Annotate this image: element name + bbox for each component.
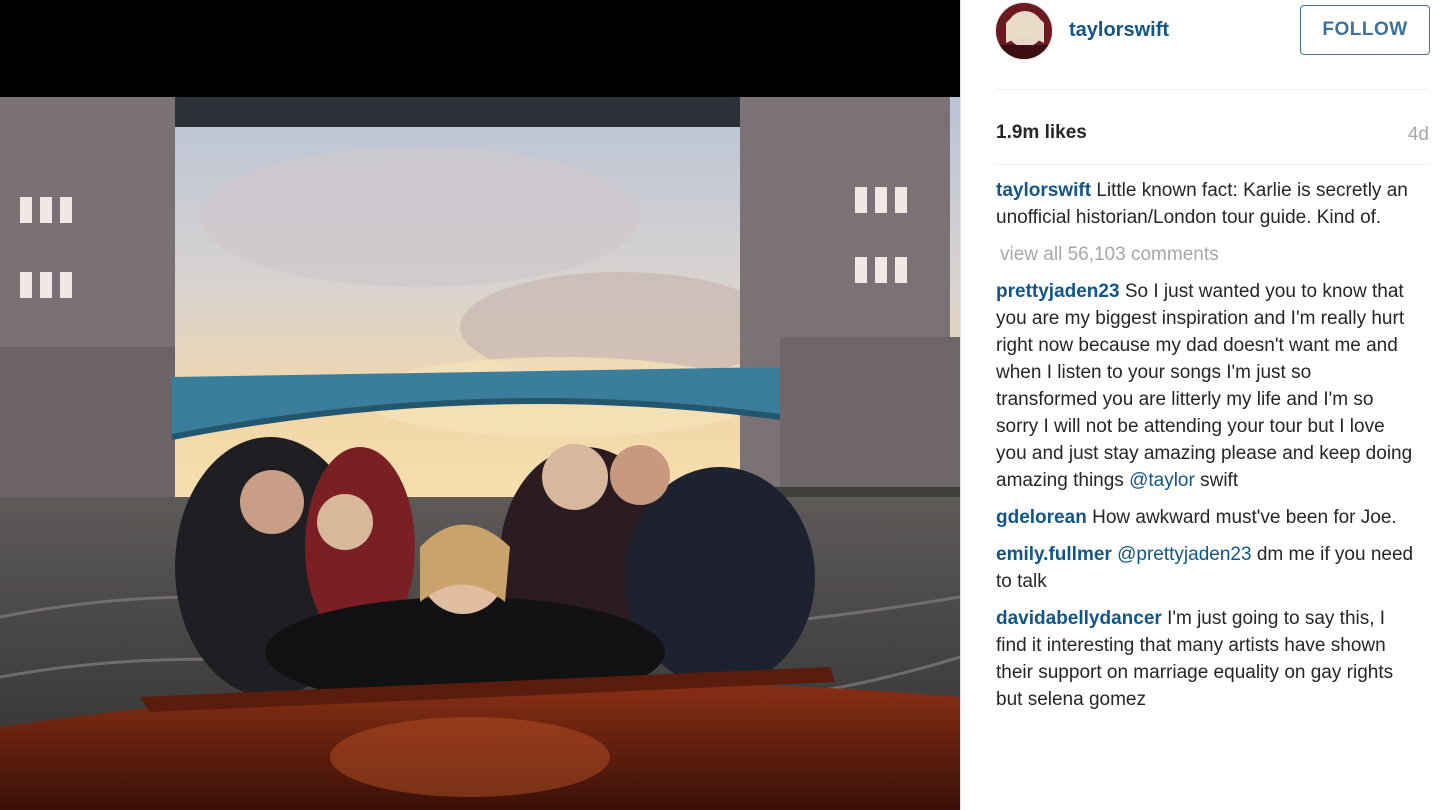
comment-username[interactable]: prettyjaden23 <box>996 281 1120 302</box>
comment-username[interactable]: gdelorean <box>996 507 1087 528</box>
caption-username[interactable]: taylorswift <box>996 180 1091 201</box>
comments-list: taylorswift Little known fact: Karlie is… <box>996 177 1416 723</box>
comment-text-tail: swift <box>1200 470 1239 491</box>
comment-item: davidabellydancer I'm just going to say … <box>996 605 1416 713</box>
follow-button[interactable]: FOLLOW <box>1300 5 1430 55</box>
comment-text: How awkward must've been for Joe. <box>1092 507 1397 528</box>
likes-count[interactable]: 1.9m likes <box>996 122 1087 144</box>
view-all-comments-link[interactable]: view all 56,103 comments <box>1000 241 1416 268</box>
avatar-image <box>996 3 1052 59</box>
comment-username[interactable]: davidabellydancer <box>996 608 1162 629</box>
comment-text: So I just wanted you to know that you ar… <box>996 281 1413 491</box>
likes-divider <box>995 164 1430 165</box>
comment-mention[interactable]: @prettyjaden23 <box>1117 544 1251 565</box>
post-photo[interactable] <box>0 97 960 810</box>
post-header: taylorswift FOLLOW <box>961 0 1440 90</box>
comment-item: gdelorean How awkward must've been for J… <box>996 504 1416 531</box>
header-divider <box>995 89 1430 90</box>
avatar[interactable] <box>995 2 1053 60</box>
comment-mention[interactable]: @taylor <box>1129 470 1195 491</box>
comment-item: prettyjaden23 So I just wanted you to kn… <box>996 278 1416 494</box>
comment-username[interactable]: emily.fullmer <box>996 544 1112 565</box>
post-author-username[interactable]: taylorswift <box>1069 19 1169 42</box>
post-photo-pane <box>0 0 960 810</box>
post-side-panel: taylorswift FOLLOW 1.9m likes 4d taylors… <box>961 0 1440 810</box>
post-age[interactable]: 4d <box>1408 124 1429 146</box>
comment-item: emily.fullmer @prettyjaden23 dm me if yo… <box>996 541 1416 595</box>
caption: taylorswift Little known fact: Karlie is… <box>996 177 1416 231</box>
